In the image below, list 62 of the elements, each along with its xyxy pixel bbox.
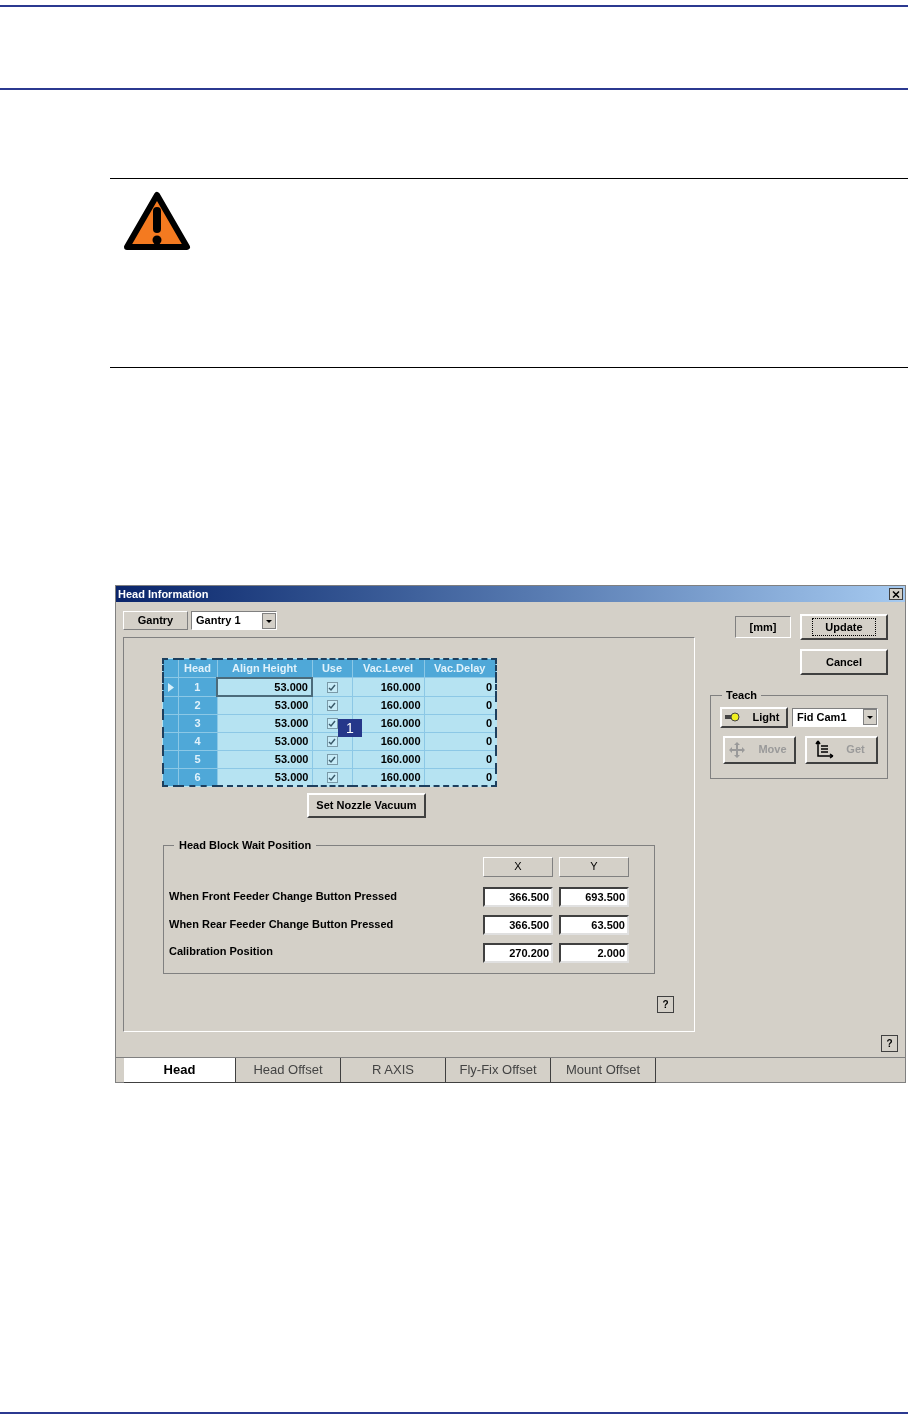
y-field[interactable]: 693.500 bbox=[559, 886, 629, 907]
tab[interactable]: Head Offset bbox=[236, 1058, 341, 1083]
table-cell: 53.000 bbox=[217, 677, 312, 696]
use-checkbox[interactable] bbox=[326, 718, 338, 730]
tab[interactable]: Head bbox=[124, 1058, 236, 1083]
update-button[interactable]: Update bbox=[800, 614, 888, 640]
use-checkbox[interactable] bbox=[326, 682, 338, 694]
unit-label: [mm] bbox=[735, 616, 791, 638]
column-header: Head bbox=[178, 659, 217, 678]
light-button[interactable]: Light bbox=[720, 706, 788, 728]
gantry-label: Gantry bbox=[123, 611, 188, 630]
tab[interactable]: Fly-Fix Offset bbox=[446, 1058, 551, 1083]
dropdown[interactable]: Gantry 1 bbox=[191, 611, 277, 630]
set-nozzle-vacuum-button[interactable]: Set Nozzle Vacuum bbox=[307, 793, 426, 818]
close-icon bbox=[892, 590, 900, 598]
axis-header: X bbox=[483, 856, 553, 877]
table-cell: 160.000 bbox=[352, 696, 424, 714]
x-field[interactable]: 366.500 bbox=[483, 914, 553, 935]
dropdown-arrow-icon bbox=[863, 709, 877, 725]
dropdown-arrow-icon bbox=[262, 612, 276, 629]
use-checkbox[interactable] bbox=[326, 700, 338, 712]
callout-badge: 1 bbox=[338, 719, 362, 737]
row-indicator[interactable] bbox=[163, 714, 178, 732]
table-cell: 53.000 bbox=[217, 750, 312, 768]
warning-icon bbox=[123, 191, 191, 251]
position-label: When Rear Feeder Change Button Pressed bbox=[169, 917, 395, 933]
use-checkbox[interactable] bbox=[326, 772, 338, 784]
group-title: Head Block Wait Position bbox=[178, 838, 313, 853]
y-field[interactable]: 2.000 bbox=[559, 942, 629, 963]
current-row-icon bbox=[167, 683, 174, 693]
table-cell: 160.000 bbox=[352, 677, 424, 696]
position-label: When Front Feeder Change Button Pressed bbox=[169, 889, 398, 905]
row-indicator[interactable] bbox=[163, 750, 178, 768]
cancel-button[interactable]: Cancel bbox=[800, 649, 888, 675]
tab[interactable]: R AXIS bbox=[341, 1058, 446, 1083]
column-header: Vac.Level bbox=[352, 659, 424, 678]
dropdown[interactable]: Fid Cam1 bbox=[792, 707, 878, 727]
table-cell: 53.000 bbox=[217, 696, 312, 714]
help-button[interactable]: ? bbox=[657, 996, 674, 1013]
use-checkbox[interactable] bbox=[326, 736, 338, 748]
table-cell: 53.000 bbox=[217, 714, 312, 732]
use-checkbox[interactable] bbox=[326, 754, 338, 766]
position-label: Calibration Position bbox=[169, 943, 274, 959]
row-indicator[interactable] bbox=[163, 732, 178, 750]
y-field[interactable]: 63.500 bbox=[559, 914, 629, 935]
axis-header: Y bbox=[559, 856, 629, 877]
row-indicator[interactable] bbox=[163, 677, 178, 696]
move-arrows-icon bbox=[728, 740, 747, 759]
help-button[interactable]: ? bbox=[881, 1035, 898, 1052]
row-indicator[interactable] bbox=[163, 696, 178, 714]
x-field[interactable]: 270.200 bbox=[483, 942, 553, 963]
window-title: Head Information bbox=[118, 586, 209, 602]
row-indicator[interactable] bbox=[163, 768, 178, 786]
group-title: Teach bbox=[725, 688, 758, 703]
axes-icon bbox=[814, 739, 835, 760]
close-button[interactable] bbox=[889, 588, 903, 600]
column-header: Use bbox=[312, 659, 352, 678]
x-field[interactable]: 366.500 bbox=[483, 886, 553, 907]
lamp-icon bbox=[724, 712, 741, 722]
table-cell: 160.000 bbox=[352, 750, 424, 768]
tab[interactable]: Mount Offset bbox=[551, 1058, 656, 1083]
table-cell: 53.000 bbox=[217, 732, 312, 750]
